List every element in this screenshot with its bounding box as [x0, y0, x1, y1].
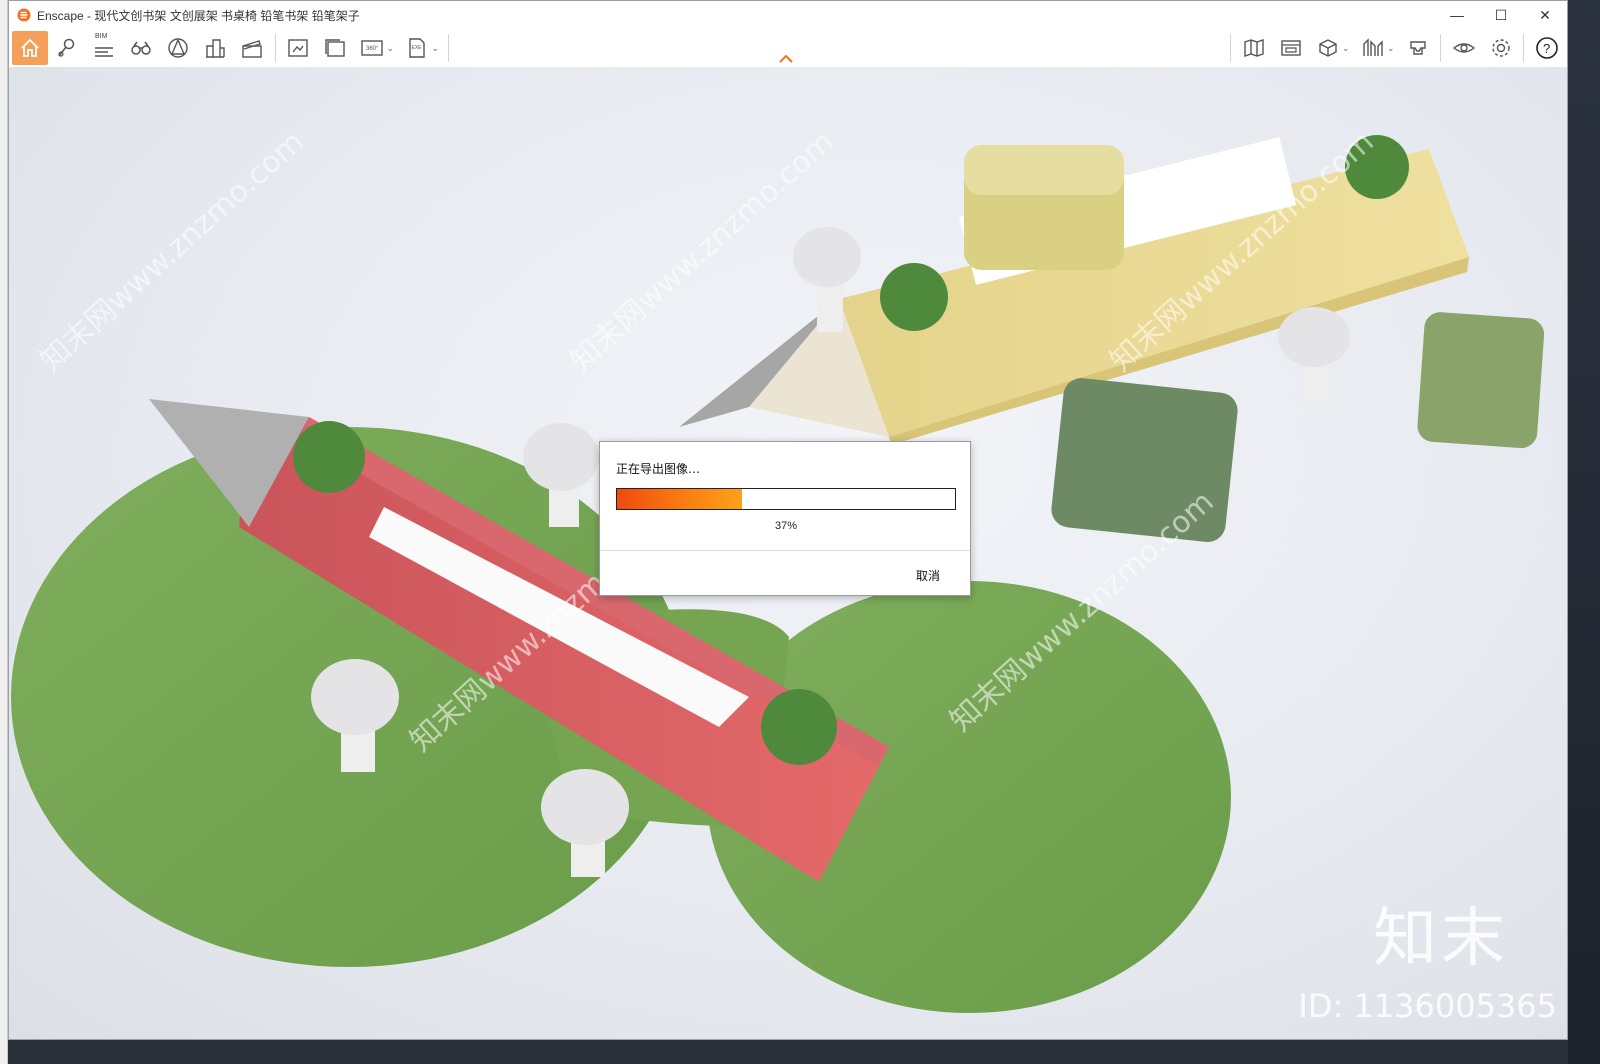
batch-render-button[interactable]	[317, 31, 353, 65]
settings-button[interactable]	[1483, 31, 1519, 65]
view-dropdown-caret[interactable]: ⌄	[1342, 43, 1352, 54]
batch-render-icon	[325, 39, 345, 57]
perspective-icon	[168, 38, 188, 58]
view-cube-icon	[1318, 39, 1337, 57]
svg-text:?: ?	[1543, 41, 1550, 56]
location-pin-icon	[58, 38, 75, 57]
vr-headset-button[interactable]	[1400, 31, 1436, 65]
asset-library-button[interactable]	[1273, 31, 1309, 65]
asset-library-icon	[1280, 40, 1301, 56]
enscape-window: Enscape - 现代文创书架 文创展架 书桌椅 铅笔书架 铅笔架子 — ☐ …	[8, 0, 1568, 1040]
main-toolbar: BIM 360° ⌄ EXE ⌄ ⌄ ⌄ ?	[9, 29, 1567, 67]
plant	[761, 689, 837, 765]
export-dropdown-caret[interactable]: ⌄	[432, 43, 442, 54]
cancel-button[interactable]: 取消	[916, 567, 940, 584]
home-button[interactable]	[12, 31, 48, 65]
desktop-background	[1568, 0, 1600, 1064]
help-icon: ?	[1535, 37, 1558, 59]
toolbar-separator	[447, 34, 449, 62]
collapse-toolbar-chevron-icon[interactable]	[777, 51, 795, 65]
settings-gear-icon	[1491, 39, 1510, 57]
panorama-button[interactable]: 360°	[354, 31, 390, 65]
binoculars-icon	[131, 41, 151, 55]
help-button[interactable]: ?	[1529, 31, 1565, 65]
close-button[interactable]: ✕	[1523, 1, 1567, 29]
title-bar: Enscape - 现代文创书架 文创展架 书桌椅 铅笔书架 铅笔架子 — ☐ …	[9, 1, 1567, 29]
render-viewport[interactable]: 知末网www.znzmo.com 知末网www.znzmo.com 知末网www…	[9, 67, 1567, 1039]
home-icon	[21, 38, 39, 57]
maximize-button[interactable]: ☐	[1479, 1, 1523, 29]
enscape-logo-icon	[17, 8, 31, 22]
watermark-id: ID: 1136005365	[1298, 987, 1557, 1025]
visibility-eye-icon	[1452, 43, 1475, 53]
svg-text:EXE: EXE	[412, 45, 423, 51]
bim-label: BIM	[95, 33, 108, 40]
buildings-button[interactable]	[197, 31, 233, 65]
plant	[880, 263, 948, 331]
dialog-footer: 取消	[600, 550, 970, 596]
toolbar-separator	[1230, 34, 1231, 62]
stool	[1278, 307, 1350, 405]
screenshot-icon	[288, 39, 308, 57]
clapperboard-icon	[242, 40, 262, 58]
svg-text:360°: 360°	[366, 46, 379, 52]
buildings-icon	[206, 39, 225, 58]
location-pin-button[interactable]	[49, 31, 85, 65]
binoculars-button[interactable]	[123, 31, 159, 65]
perspective-button[interactable]	[160, 31, 196, 65]
panorama-360-icon: 360°	[361, 40, 383, 56]
view-cube-button[interactable]	[1310, 31, 1346, 65]
visibility-button[interactable]	[1446, 31, 1482, 65]
site-context-icon	[1362, 38, 1383, 56]
site-context-button[interactable]	[1355, 31, 1391, 65]
bim-button[interactable]: BIM	[86, 31, 122, 65]
toolbar-separator	[1523, 34, 1524, 62]
watermark-logo: 知末	[1373, 902, 1509, 976]
toolbar-separator	[1440, 34, 1441, 62]
export-exe-button[interactable]: EXE	[399, 31, 435, 65]
plant	[293, 421, 365, 493]
map-icon	[1243, 39, 1264, 57]
export-progress-dialog: 正在导出图像… 37% 取消	[599, 441, 971, 596]
dialog-title: 正在导出图像…	[616, 462, 701, 476]
light-green-cube	[1417, 312, 1545, 449]
toolbar-separator	[274, 34, 276, 62]
window-title: Enscape - 现代文创书架 文创展架 书桌椅 铅笔书架 铅笔架子	[37, 8, 360, 23]
progress-fill	[617, 489, 743, 509]
progress-percent-text: 37%	[774, 520, 798, 532]
minimize-button[interactable]: —	[1435, 1, 1479, 29]
export-exe-icon: EXE	[409, 38, 425, 58]
export-progress-bar	[616, 488, 956, 510]
map-button[interactable]	[1236, 31, 1272, 65]
site-dropdown-caret[interactable]: ⌄	[1387, 43, 1397, 54]
desktop-edge-left	[0, 0, 8, 1064]
vr-headset-icon	[1409, 41, 1426, 55]
screenshot-button[interactable]	[280, 31, 316, 65]
clapperboard-button[interactable]	[234, 31, 270, 65]
